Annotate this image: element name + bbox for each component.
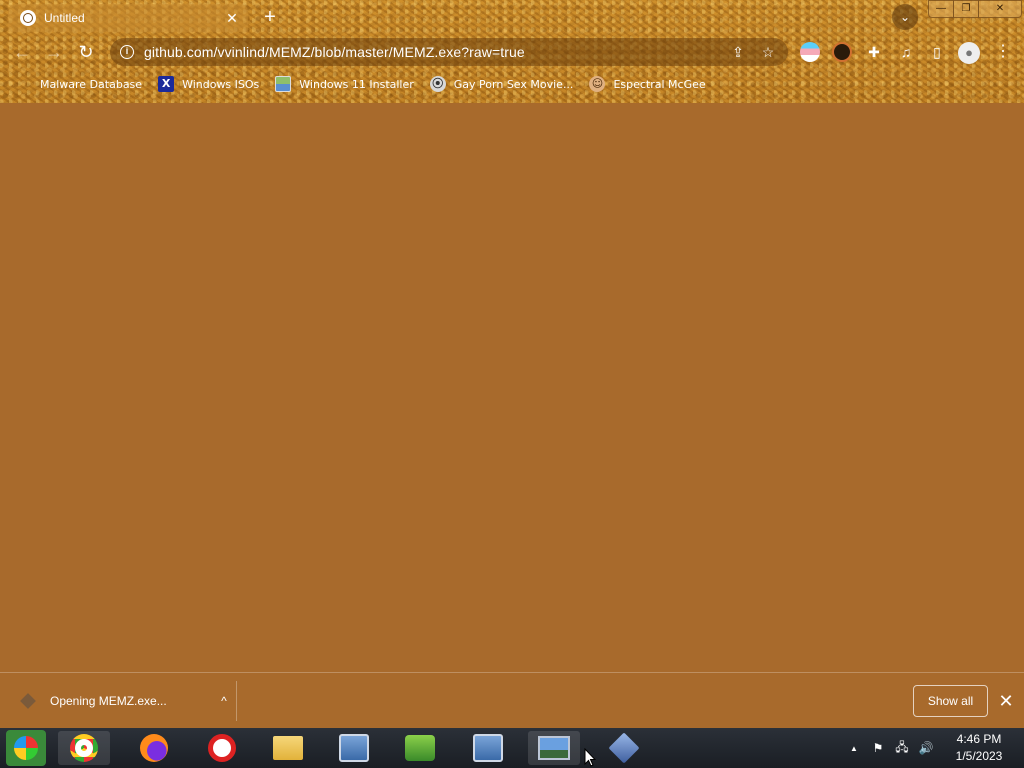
kebab-menu-icon[interactable]: ⋮ — [993, 42, 1013, 62]
maximize-button[interactable]: ❐ — [953, 0, 979, 18]
installer-icon — [339, 734, 369, 762]
film-reel-icon: ⦿ — [429, 76, 446, 92]
globe-icon — [20, 10, 36, 26]
clock[interactable]: 4:46 PM 1/5/2023 — [944, 731, 1014, 765]
chevron-up-icon[interactable]: ^ — [214, 694, 234, 708]
bookmark-espectral-mcgee[interactable]: ☺ Espectral McGee — [589, 76, 706, 92]
taskbar-opera[interactable] — [196, 731, 248, 765]
firefox-icon — [140, 734, 168, 762]
file-icon — [20, 693, 36, 709]
network-icon[interactable]: 🖧 — [892, 738, 912, 759]
bookmark-windows-11-installer[interactable]: Windows 11 Installer — [275, 76, 414, 92]
people-icon — [405, 735, 435, 761]
bookmark-label: Windows ISOs — [182, 77, 260, 91]
new-tab-button[interactable]: + — [258, 6, 282, 30]
minimize-button[interactable]: — — [928, 0, 954, 18]
folder-icon — [273, 736, 303, 760]
bookmark-label: Gay Porn Sex Movie... — [453, 77, 574, 91]
flag-extension-icon[interactable] — [800, 42, 820, 62]
taskbar-file-explorer[interactable] — [262, 731, 314, 765]
browser-chrome: Untitled ✕ + ⌄ — ❐ ✕ ← → ↻ i github.com/… — [0, 0, 1024, 103]
side-panel-icon[interactable]: ▯ — [927, 42, 947, 62]
tab-search-button[interactable]: ⌄ — [892, 4, 918, 30]
taskbar-firefox[interactable] — [128, 731, 180, 765]
profile-avatar-icon[interactable]: ● — [958, 42, 980, 64]
taskbar-photo-viewer[interactable] — [528, 731, 580, 765]
start-button[interactable] — [6, 730, 46, 766]
share-icon[interactable]: ⇪ — [728, 44, 748, 61]
chrome-icon — [70, 734, 98, 762]
media-controls-icon[interactable]: ♫ — [896, 42, 916, 62]
page-content — [0, 103, 1024, 672]
address-bar[interactable]: i github.com/vvinlind/MEMZ/blob/master/M… — [110, 38, 788, 66]
x-logo-icon: X — [158, 76, 175, 92]
download-item[interactable]: Opening MEMZ.exe... ^ — [12, 685, 234, 717]
bookmarks-bar: Malware Database X Windows ISOs Windows … — [0, 72, 1024, 96]
show-all-button[interactable]: Show all — [913, 685, 988, 717]
bookmark-malware-database[interactable]: Malware Database — [16, 76, 142, 92]
download-shelf: Opening MEMZ.exe... ^ Show all ✕ — [0, 672, 1024, 728]
taskbar-contacts[interactable] — [394, 731, 446, 765]
divider — [236, 681, 237, 721]
bookmark-label: Malware Database — [40, 77, 143, 91]
picture-icon — [275, 76, 292, 92]
bookmark-label: Espectral McGee — [613, 77, 706, 91]
system-tray: ▲ ⚑ 🖧 🔊 — [844, 738, 940, 758]
close-window-button[interactable]: ✕ — [978, 0, 1022, 18]
taskbar: ▲ ⚑ 🖧 🔊 4:46 PM 1/5/2023 — [0, 728, 1024, 768]
taskbar-chrome[interactable] — [58, 731, 110, 765]
forward-button[interactable]: → — [42, 40, 66, 64]
taskbar-unknown-app[interactable] — [598, 731, 650, 765]
extensions-puzzle-icon[interactable]: ✚ — [864, 42, 884, 62]
close-shelf-icon[interactable]: ✕ — [996, 687, 1016, 715]
opera-icon — [208, 734, 236, 762]
face-icon: ☺ — [589, 76, 606, 92]
url-text[interactable]: github.com/vvinlind/MEMZ/blob/master/MEM… — [144, 44, 718, 60]
blank-icon — [16, 76, 32, 92]
bookmark-star-icon[interactable]: ☆ — [758, 44, 778, 61]
clock-time: 4:46 PM — [956, 732, 1002, 746]
bookmark-label: Windows 11 Installer — [299, 77, 414, 91]
avatar-extension-icon[interactable] — [832, 42, 852, 62]
site-info-icon[interactable]: i — [120, 45, 134, 59]
tab-title: Untitled — [44, 11, 85, 25]
diamond-icon — [608, 732, 640, 764]
tab-untitled[interactable]: Untitled ✕ — [8, 4, 248, 32]
bookmark-windows-isos[interactable]: X Windows ISOs — [158, 76, 259, 92]
bookmark-movie[interactable]: ⦿ Gay Porn Sex Movie... — [429, 76, 574, 92]
taskbar-installer[interactable] — [328, 731, 380, 765]
reload-button[interactable]: ↻ — [74, 40, 98, 64]
taskbar-installer-2[interactable] — [462, 731, 514, 765]
tab-close-icon[interactable]: ✕ — [224, 10, 240, 27]
download-label: Opening MEMZ.exe... — [50, 694, 167, 708]
action-center-flag-icon[interactable]: ⚑ — [868, 741, 888, 755]
show-hidden-icons-icon[interactable]: ▲ — [844, 744, 864, 753]
picture-viewer-icon — [538, 736, 570, 760]
back-button[interactable]: ← — [10, 40, 34, 64]
clock-date: 1/5/2023 — [955, 749, 1003, 763]
installer-icon — [473, 734, 503, 762]
volume-icon[interactable]: 🔊 — [916, 741, 936, 755]
